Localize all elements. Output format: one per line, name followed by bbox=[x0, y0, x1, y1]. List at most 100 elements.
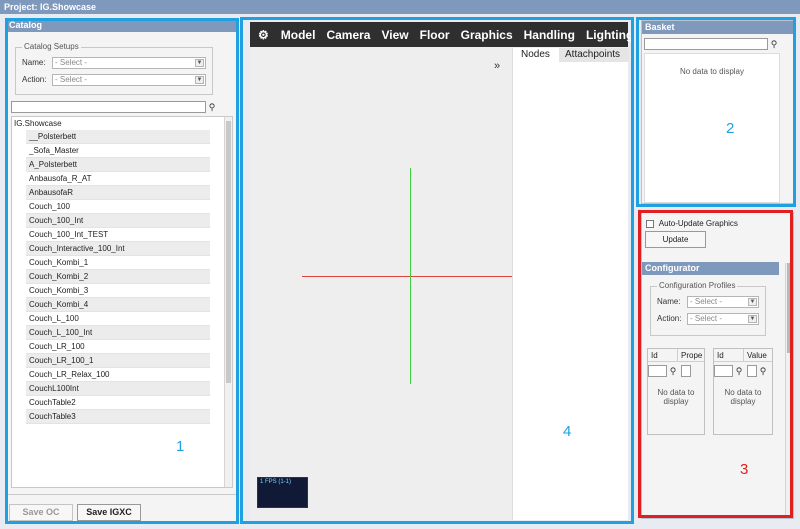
col-prope[interactable]: Prope bbox=[678, 349, 704, 361]
filter-icon[interactable]: ⚲ bbox=[757, 365, 769, 377]
menu-floor[interactable]: Floor bbox=[420, 28, 450, 42]
auto-update-row[interactable]: Auto-Update Graphics bbox=[646, 219, 738, 228]
configurator-header: Configurator bbox=[642, 262, 779, 275]
catalog-name-select[interactable]: - Select - ▼ bbox=[52, 56, 206, 69]
basket-filter-input[interactable] bbox=[644, 38, 768, 50]
catalog-setups-group: Catalog Setups Name: - Select - ▼ Action… bbox=[15, 42, 213, 95]
config-action-select[interactable]: - Select - ▼ bbox=[687, 312, 759, 325]
menu-camera[interactable]: Camera bbox=[326, 28, 370, 42]
col-id[interactable]: Id bbox=[714, 349, 744, 361]
filter-icon[interactable]: ⚲ bbox=[667, 365, 679, 377]
catalog-scroll-thumb[interactable] bbox=[226, 121, 231, 383]
config-name-label: Name: bbox=[657, 297, 681, 306]
catalog-filter-input[interactable] bbox=[11, 101, 206, 113]
update-button[interactable]: Update bbox=[645, 231, 706, 248]
catalog-tree-item[interactable]: Couch_L_100_Int bbox=[26, 326, 210, 340]
catalog-tree: IG.Showcase __Polsterbett _Sofa_Master A_P… bbox=[11, 116, 233, 488]
catalog-tree-item[interactable]: Couch_Interactive_100_Int bbox=[26, 242, 210, 256]
basket-header: Basket bbox=[642, 21, 793, 34]
x-axis-line bbox=[302, 276, 512, 277]
catalog-tree-item[interactable]: _Sofa_Master bbox=[26, 144, 210, 158]
catalog-scrollbar[interactable] bbox=[224, 117, 232, 487]
catalog-name-value: - Select - bbox=[55, 57, 88, 67]
auto-update-label: Auto-Update Graphics bbox=[658, 219, 738, 228]
save-igxc-button[interactable]: Save IGXC bbox=[77, 504, 141, 521]
catalog-tree-item[interactable]: Couch_100 bbox=[26, 200, 210, 214]
col-id[interactable]: Id bbox=[648, 349, 678, 361]
properties-grid: Id Prope ⚲ No data to display bbox=[647, 348, 705, 435]
catalog-button-divider bbox=[6, 494, 237, 495]
properties-filter-input[interactable] bbox=[648, 365, 667, 377]
col-value[interactable]: Value bbox=[744, 349, 772, 361]
catalog-tree-item[interactable]: Couch_L_100 bbox=[26, 312, 210, 326]
catalog-tree-item[interactable]: Couch_LR_100_1 bbox=[26, 354, 210, 368]
gear-icon[interactable]: ⚙ bbox=[258, 28, 269, 42]
configuration-profiles-group: Configuration Profiles Name: - Select - … bbox=[650, 281, 766, 336]
catalog-tree-item[interactable]: Couch_100_Int bbox=[26, 214, 210, 228]
catalog-tree-item[interactable]: AnbausofaR bbox=[26, 186, 210, 200]
chevron-down-icon[interactable]: ▼ bbox=[195, 58, 204, 67]
catalog-filter-row: ⚲ bbox=[11, 100, 218, 114]
config-name-value: - Select - bbox=[690, 296, 723, 306]
catalog-tree-item[interactable]: Couch_LR_Relax_100 bbox=[26, 368, 210, 382]
viewer-toolbar: ⚙ Model Camera View Floor Graphics Handling Li… bbox=[250, 22, 633, 47]
catalog-tree-item[interactable]: __Polsterbett bbox=[26, 130, 210, 144]
menu-lighting[interactable]: Lighting bbox=[586, 28, 633, 42]
tab-attachpoints[interactable]: Attachpoints bbox=[559, 48, 629, 62]
configurator-scroll-thumb[interactable] bbox=[787, 263, 792, 353]
viewer-menu: Model Camera View Floor Graphics Handling Ligh… bbox=[281, 28, 645, 42]
save-oc-button[interactable]: Save OC bbox=[9, 504, 73, 521]
region-1-number: 1 bbox=[176, 438, 185, 455]
basket-empty-text: No data to display bbox=[679, 67, 745, 76]
viewer-side-pane: Nodes Attachpoints bbox=[512, 48, 629, 520]
catalog-tree-item[interactable]: Couch_100_Int_TEST bbox=[26, 228, 210, 242]
chevron-down-icon[interactable]: ▼ bbox=[748, 297, 757, 306]
filter-icon[interactable]: ⚲ bbox=[206, 101, 218, 113]
config-action-row: Action: - Select - ▼ bbox=[657, 312, 759, 325]
catalog-action-select[interactable]: - Select - ▼ bbox=[52, 73, 206, 86]
values-filter-input-2[interactable] bbox=[747, 365, 757, 377]
catalog-tree-root[interactable]: IG.Showcase bbox=[12, 117, 232, 130]
catalog-tree-item[interactable]: CouchTable2 bbox=[26, 396, 210, 410]
catalog-action-row: Action: - Select - ▼ bbox=[22, 73, 206, 86]
properties-empty-text: No data to display bbox=[657, 388, 695, 406]
menu-view[interactable]: View bbox=[381, 28, 408, 42]
catalog-action-label: Action: bbox=[22, 75, 47, 84]
catalog-header: Catalog bbox=[6, 19, 237, 32]
config-action-label: Action: bbox=[657, 314, 682, 323]
catalog-tree-item[interactable]: Anbausofa_R_AT bbox=[26, 172, 210, 186]
properties-filter-input-2[interactable] bbox=[681, 365, 691, 377]
catalog-panel: Catalog Catalog Setups Name: - Select - … bbox=[5, 18, 238, 523]
window-title: Project: IG.Showcase bbox=[0, 0, 800, 14]
catalog-tree-item[interactable]: CouchL100Int bbox=[26, 382, 210, 396]
filter-icon[interactable]: ⚲ bbox=[768, 38, 780, 50]
menu-handling[interactable]: Handling bbox=[524, 28, 575, 42]
chevron-down-icon[interactable]: ▼ bbox=[748, 314, 757, 323]
config-name-select[interactable]: - Select - ▼ bbox=[687, 295, 759, 308]
values-filter-row: ⚲ ⚲ bbox=[714, 364, 772, 378]
catalog-name-label: Name: bbox=[22, 58, 46, 67]
catalog-setups-legend: Catalog Setups bbox=[22, 42, 81, 51]
region-2-number: 2 bbox=[726, 120, 735, 137]
menu-model[interactable]: Model bbox=[281, 28, 316, 42]
configuration-profiles-legend: Configuration Profiles bbox=[657, 281, 738, 290]
filter-icon[interactable]: ⚲ bbox=[733, 365, 745, 377]
chevron-down-icon[interactable]: ▼ bbox=[195, 75, 204, 84]
catalog-tree-item[interactable]: Couch_Kombi_1 bbox=[26, 256, 210, 270]
catalog-tree-item[interactable]: Couch_Kombi_2 bbox=[26, 270, 210, 284]
configurator-panel: Auto-Update Graphics Update Configurator… bbox=[641, 212, 794, 519]
tab-nodes[interactable]: Nodes bbox=[515, 48, 556, 62]
menu-graphics[interactable]: Graphics bbox=[461, 28, 513, 42]
configurator-scrollbar[interactable] bbox=[785, 263, 793, 518]
properties-grid-header: Id Prope bbox=[648, 349, 704, 362]
catalog-tree-item[interactable]: Couch_Kombi_3 bbox=[26, 284, 210, 298]
catalog-tree-item[interactable]: Couch_LR_100 bbox=[26, 340, 210, 354]
values-filter-input[interactable] bbox=[714, 365, 733, 377]
collapse-pane-icon[interactable]: » bbox=[494, 60, 500, 72]
catalog-tree-item[interactable]: A_Polsterbett bbox=[26, 158, 210, 172]
catalog-tree-item[interactable]: Couch_Kombi_4 bbox=[26, 298, 210, 312]
values-grid: Id Value ⚲ ⚲ No data to display bbox=[713, 348, 773, 435]
auto-update-checkbox[interactable] bbox=[646, 219, 654, 228]
properties-filter-row: ⚲ bbox=[648, 364, 704, 378]
catalog-tree-item[interactable]: CouchTable3 bbox=[26, 410, 210, 424]
